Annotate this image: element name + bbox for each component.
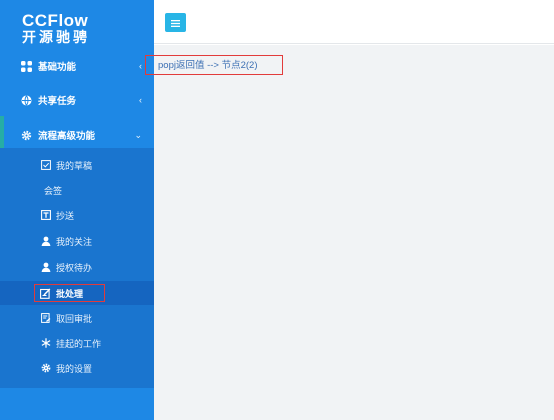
submenu-item-drafts[interactable]: 我的草稿 <box>0 153 154 177</box>
submenu-label: 取回审批 <box>56 313 93 324</box>
batch-icon <box>40 287 51 299</box>
menu-label: 共享任务 <box>38 96 77 107</box>
submenu-label: 我的设置 <box>56 363 93 374</box>
submenu-item-suspended[interactable]: 挂起的工作 <box>0 331 154 355</box>
cc-icon <box>40 210 51 221</box>
chevron-down-icon: ⌄ <box>134 129 142 140</box>
gear-icon <box>20 129 32 141</box>
menu-label: 基础功能 <box>38 62 77 73</box>
top-header <box>154 0 554 44</box>
submenu-label: 挂起的工作 <box>56 338 102 349</box>
logo-title: CCFlow <box>22 11 89 30</box>
settings-icon <box>40 363 51 374</box>
grid-icon <box>20 60 32 72</box>
chevron-left-icon: ‹ <box>139 61 142 71</box>
breadcrumb: popj返回值 --> 节点2(2) <box>158 60 258 71</box>
submenu-item-cc[interactable]: 抄送 <box>0 203 154 227</box>
submenu-item-follow[interactable]: 我的关注 <box>0 229 154 253</box>
main-content: popj返回值 --> 节点2(2) <box>154 45 554 420</box>
logo-subtitle: 开源驰骋 <box>22 29 90 45</box>
submenu-item-batch[interactable]: 批处理 <box>0 281 154 305</box>
globe-icon <box>20 94 32 106</box>
user-icon <box>40 236 51 247</box>
submenu-label: 抄送 <box>56 210 75 221</box>
menu-label: 流程高级功能 <box>38 131 96 142</box>
draft-icon <box>40 160 51 171</box>
submenu-item-countersign[interactable]: 会签 <box>0 178 154 202</box>
retrieve-icon <box>40 313 51 324</box>
submenu-label: 授权待办 <box>56 262 93 273</box>
submenu-item-retrieve[interactable]: 取回审批 <box>0 306 154 330</box>
menu-item-basic[interactable]: 基础功能 ‹ <box>0 49 154 83</box>
submenu-item-delegated[interactable]: 授权待办 <box>0 255 154 279</box>
submenu-label: 会签 <box>44 185 63 196</box>
hamburger-icon <box>171 14 180 32</box>
sidebar-toggle-button[interactable] <box>165 13 186 32</box>
user-icon <box>40 262 51 273</box>
logo[interactable]: CCFlow 开源驰骋 <box>22 12 90 44</box>
menu-item-advanced[interactable]: 流程高级功能 ⌄ <box>0 118 154 152</box>
submenu-item-settings[interactable]: 我的设置 <box>0 356 154 380</box>
snowflake-icon <box>40 338 51 349</box>
submenu-label: 批处理 <box>56 288 84 299</box>
submenu-label: 我的关注 <box>56 236 93 247</box>
chevron-left-icon: ‹ <box>139 95 142 105</box>
submenu-label: 我的草稿 <box>56 160 93 171</box>
menu-item-shared[interactable]: 共享任务 ‹ <box>0 83 154 117</box>
sidebar: CCFlow 开源驰骋 基础功能 ‹ 共享任务 ‹ 流程高级功能 ⌄ 我的草稿 … <box>0 0 154 420</box>
